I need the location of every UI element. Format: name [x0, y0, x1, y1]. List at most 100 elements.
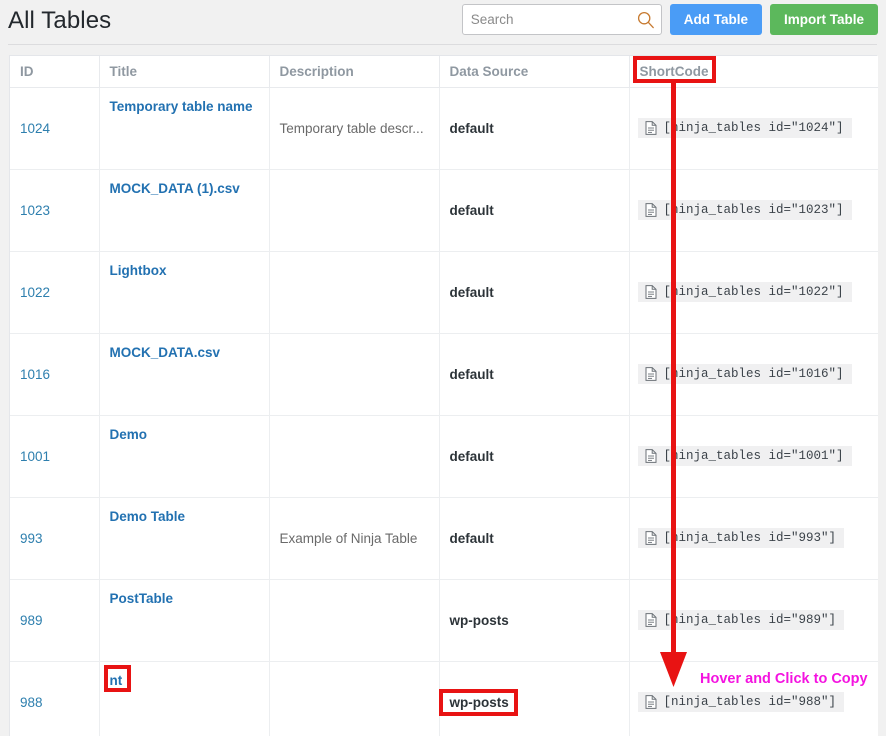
shortcode-pill[interactable]: [ninja_tables id="1024"]: [637, 118, 852, 138]
cell-description: Temporary table descr...: [269, 87, 440, 170]
shortcode-pill[interactable]: [ninja_tables id="988"]: [637, 692, 845, 712]
document-icon: [645, 121, 657, 135]
cell-description: [269, 661, 440, 736]
cell-data-source: default: [439, 169, 630, 252]
cell-id: 1016: [10, 333, 100, 416]
search-box[interactable]: [461, 4, 662, 35]
tables-table: ID Title Description Data Source ShortCo…: [10, 56, 878, 736]
table-row: 1001 Demo default [ninja_tables id="1001…: [10, 415, 878, 498]
cell-id: 988: [10, 661, 100, 736]
cell-data-source: default: [439, 497, 630, 580]
cell-id: 1024: [10, 87, 100, 170]
cell-data-source: default: [439, 333, 630, 416]
document-icon: [645, 367, 657, 381]
table-header-row: ID Title Description Data Source ShortCo…: [10, 56, 878, 88]
table-title-link[interactable]: MOCK_DATA.csv: [110, 345, 221, 360]
shortcode-text: [ninja_tables id="989"]: [663, 613, 837, 627]
cell-shortcode: [ninja_tables id="989"]: [629, 579, 878, 662]
cell-data-source: default: [439, 251, 630, 334]
shortcode-text: [ninja_tables id="1023"]: [663, 203, 844, 217]
cell-shortcode: [ninja_tables id="1022"]: [629, 251, 878, 334]
cell-id: 1001: [10, 415, 100, 498]
document-icon: [645, 613, 657, 627]
table-row: 988 nt wp-posts [ninja_tables id="988"]: [10, 661, 878, 736]
table-body: 1024 Temporary table name Temporary tabl…: [10, 87, 878, 736]
table-title-link[interactable]: Demo Table: [110, 509, 186, 524]
table-title-link[interactable]: nt: [110, 673, 123, 688]
cell-shortcode: [ninja_tables id="988"]: [629, 661, 878, 736]
table-row: 1024 Temporary table name Temporary tabl…: [10, 87, 878, 170]
shortcode-text: [ninja_tables id="993"]: [663, 531, 837, 545]
shortcode-pill[interactable]: [ninja_tables id="993"]: [637, 528, 845, 548]
cell-id: 989: [10, 579, 100, 662]
cell-description: [269, 251, 440, 334]
table-title-link[interactable]: PostTable: [110, 591, 174, 606]
tables-list: ID Title Description Data Source ShortCo…: [9, 55, 878, 736]
document-icon: [645, 285, 657, 299]
cell-id: 993: [10, 497, 100, 580]
page-header: All Tables Add Table Import Table: [0, 0, 886, 46]
page-root: All Tables Add Table Import Table: [0, 0, 886, 736]
header-actions: Add Table Import Table: [461, 4, 878, 35]
shortcode-pill[interactable]: [ninja_tables id="1001"]: [637, 446, 852, 466]
table-title-link[interactable]: Lightbox: [110, 263, 167, 278]
table-row: 989 PostTable wp-posts [ninja_tables id=…: [10, 579, 878, 662]
shortcode-text: [ninja_tables id="1001"]: [663, 449, 844, 463]
header-divider: [8, 44, 877, 45]
cell-title: PostTable: [99, 579, 270, 662]
document-icon: [645, 531, 657, 545]
cell-shortcode: [ninja_tables id="1001"]: [629, 415, 878, 498]
cell-id: 1022: [10, 251, 100, 334]
cell-description: [269, 579, 440, 662]
cell-shortcode: [ninja_tables id="993"]: [629, 497, 878, 580]
table-title-link[interactable]: Temporary table name: [110, 99, 253, 114]
cell-description: [269, 415, 440, 498]
cell-data-source: wp-posts: [439, 661, 630, 736]
document-icon: [645, 449, 657, 463]
shortcode-pill[interactable]: [ninja_tables id="1022"]: [637, 282, 852, 302]
cell-shortcode: [ninja_tables id="1023"]: [629, 169, 878, 252]
import-table-button[interactable]: Import Table: [769, 4, 878, 35]
shortcode-pill[interactable]: [ninja_tables id="1016"]: [637, 364, 852, 384]
page-title: All Tables: [8, 7, 112, 34]
table-title-link[interactable]: Demo: [110, 427, 148, 442]
table-row: 1022 Lightbox default [ninja_tables id="…: [10, 251, 878, 334]
table-row: 993 Demo Table Example of Ninja Table de…: [10, 497, 878, 580]
cell-description: [269, 169, 440, 252]
search-input[interactable]: [462, 5, 639, 34]
shortcode-text: [ninja_tables id="988"]: [663, 695, 837, 709]
table-header: ID Title Description Data Source ShortCo…: [10, 56, 878, 88]
shortcode-text: [ninja_tables id="1016"]: [663, 367, 844, 381]
cell-title: Lightbox: [99, 251, 270, 334]
shortcode-text: [ninja_tables id="1022"]: [663, 285, 844, 299]
cell-description: Example of Ninja Table: [269, 497, 440, 580]
column-header-title[interactable]: Title: [99, 56, 270, 88]
cell-shortcode: [ninja_tables id="1016"]: [629, 333, 878, 416]
column-header-shortcode[interactable]: ShortCode: [629, 56, 878, 88]
cell-description: [269, 333, 440, 416]
column-header-id[interactable]: ID: [10, 56, 100, 88]
cell-title: nt: [99, 661, 270, 736]
cell-data-source: wp-posts: [439, 579, 630, 662]
shortcode-text: [ninja_tables id="1024"]: [663, 121, 844, 135]
document-icon: [645, 203, 657, 217]
cell-data-source: default: [439, 87, 630, 170]
cell-title: Demo: [99, 415, 270, 498]
column-header-data-source[interactable]: Data Source: [439, 56, 630, 88]
document-icon: [645, 695, 657, 709]
table-row: 1023 MOCK_DATA (1).csv default [ninja_ta…: [10, 169, 878, 252]
cell-title: MOCK_DATA (1).csv: [99, 169, 270, 252]
cell-data-source: default: [439, 415, 630, 498]
cell-title: Demo Table: [99, 497, 270, 580]
cell-title: Temporary table name: [99, 87, 270, 170]
shortcode-pill[interactable]: [ninja_tables id="1023"]: [637, 200, 852, 220]
cell-id: 1023: [10, 169, 100, 252]
table-row: 1016 MOCK_DATA.csv default [ninja_tables…: [10, 333, 878, 416]
cell-shortcode: [ninja_tables id="1024"]: [629, 87, 878, 170]
cell-title: MOCK_DATA.csv: [99, 333, 270, 416]
column-header-description[interactable]: Description: [269, 56, 440, 88]
search-icon[interactable]: [637, 11, 655, 29]
shortcode-pill[interactable]: [ninja_tables id="989"]: [637, 610, 845, 630]
table-title-link[interactable]: MOCK_DATA (1).csv: [110, 181, 240, 196]
add-table-button[interactable]: Add Table: [669, 4, 762, 35]
